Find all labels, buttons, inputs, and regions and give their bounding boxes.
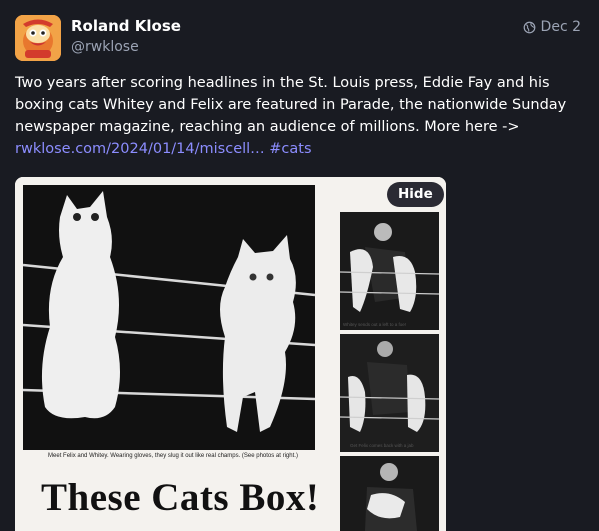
side-caption-1: Whitey sends out a left to a foe! [343,322,407,327]
globe-icon [523,21,535,33]
post-meta: Dec 2 [523,19,581,35]
hide-media-button[interactable]: Hide [387,182,444,207]
post-body: Two years after scoring headlines in the… [15,75,567,135]
avatar[interactable] [15,15,61,61]
avatar-image [15,15,61,61]
status-post: Roland Klose @rwklose Dec 2 Two years af… [0,0,599,531]
hashtag-cats[interactable]: #cats [269,141,311,157]
display-name[interactable]: Roland Klose [71,17,181,35]
newspaper-headline: These Cats Box! [41,476,320,519]
media-attachment[interactable]: Meet Felix and Whitey. Wearing gloves, t… [15,177,446,531]
photo-caption: Meet Felix and Whitey. Wearing gloves, t… [48,453,298,459]
post-date[interactable]: Dec 2 [541,19,581,35]
post-text: Two years after scoring headlines in the… [15,72,575,160]
author[interactable]: Roland Klose @rwklose [71,17,181,56]
side-caption-2: Get Felix comes back with a jab [350,443,414,448]
post-link[interactable]: rwklose.com/2024/01/14/miscell… [15,141,265,157]
post-content: Two years after scoring headlines in the… [15,72,575,160]
account-handle[interactable]: @rwklose [71,38,181,56]
